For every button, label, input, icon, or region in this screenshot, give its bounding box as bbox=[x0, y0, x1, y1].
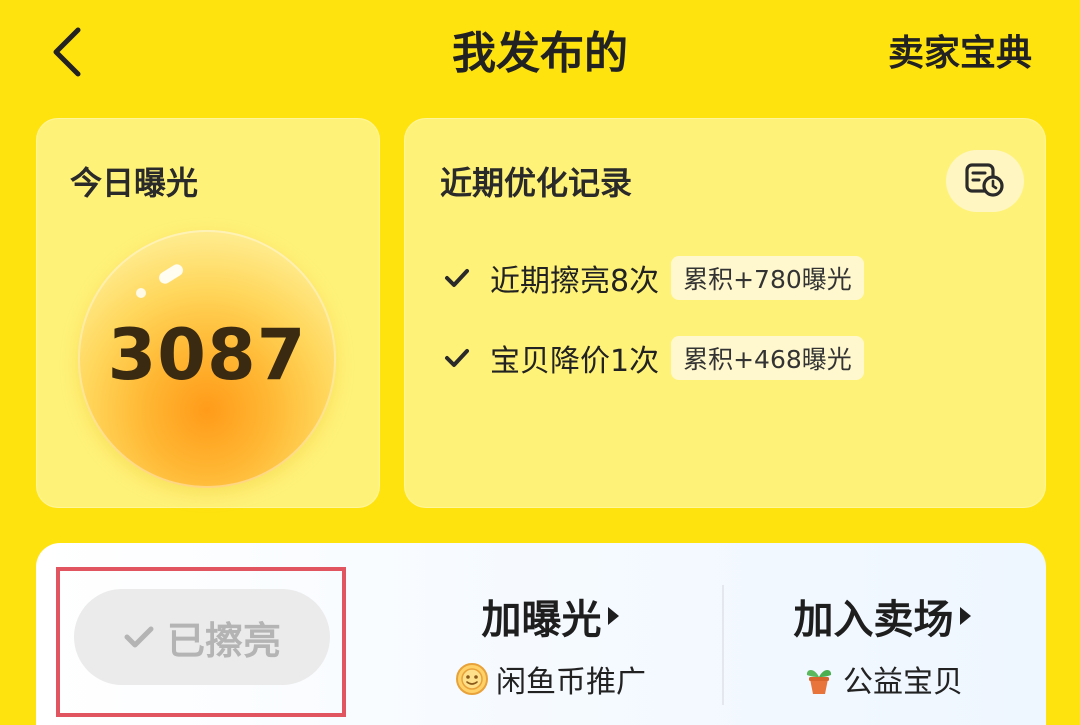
record-text: 近期擦亮8次 bbox=[490, 264, 660, 299]
today-exposure-card: 今日曝光 3087 bbox=[36, 118, 380, 508]
record-badge: 累积+468曝光 bbox=[671, 336, 864, 380]
polished-highlight-box: 已擦亮 bbox=[56, 567, 346, 717]
history-title: 近期优化记录 bbox=[440, 164, 633, 202]
join-venue-label: 加入卖场 bbox=[793, 597, 954, 643]
check-icon bbox=[444, 264, 472, 292]
my-published-page: 我发布的 卖家宝典 今日曝光 3087 近期优化记录 近期擦亮8次 累积+780… bbox=[0, 0, 1080, 725]
boost-exposure-sub: 闲鱼币推广 bbox=[496, 665, 646, 700]
join-venue-sub: 公益宝贝 bbox=[843, 665, 963, 700]
calendar-clock-icon bbox=[963, 159, 1007, 203]
boost-exposure-label: 加曝光 bbox=[481, 597, 602, 643]
history-record: 近期擦亮8次 累积+780曝光 bbox=[444, 256, 864, 300]
polished-label: 已擦亮 bbox=[166, 618, 281, 663]
triangle-right-icon bbox=[607, 607, 619, 625]
bubble-shine bbox=[156, 262, 186, 286]
today-exposure-label: 今日曝光 bbox=[70, 164, 199, 202]
today-exposure-value: 3087 bbox=[107, 314, 307, 396]
check-icon bbox=[444, 344, 472, 372]
join-venue-button[interactable]: 加入卖场 公益宝贝 bbox=[742, 587, 1022, 701]
boost-exposure-button[interactable]: 加曝光 闲鱼币推广 bbox=[410, 587, 690, 701]
triangle-right-icon bbox=[959, 607, 971, 625]
xianyu-coin-icon bbox=[454, 661, 490, 697]
check-icon bbox=[123, 620, 157, 654]
record-badge: 累积+780曝光 bbox=[671, 256, 864, 300]
divider bbox=[722, 585, 724, 705]
polished-button[interactable]: 已擦亮 bbox=[74, 589, 330, 685]
action-panel: 已擦亮 加曝光 闲鱼币推广 加入卖场 公益宝贝 bbox=[36, 543, 1046, 725]
seller-guide-link[interactable]: 卖家宝典 bbox=[888, 30, 1032, 78]
history-button[interactable] bbox=[946, 150, 1024, 212]
bubble-shine-dot bbox=[136, 288, 146, 298]
record-text: 宝贝降价1次 bbox=[490, 344, 660, 379]
history-record: 宝贝降价1次 累积+468曝光 bbox=[444, 336, 864, 380]
optimization-history-card: 近期优化记录 近期擦亮8次 累积+780曝光 宝贝降价1次 累积+468曝光 bbox=[404, 118, 1046, 508]
potted-plant-icon bbox=[801, 661, 837, 697]
exposure-bubble: 3087 bbox=[78, 230, 336, 488]
